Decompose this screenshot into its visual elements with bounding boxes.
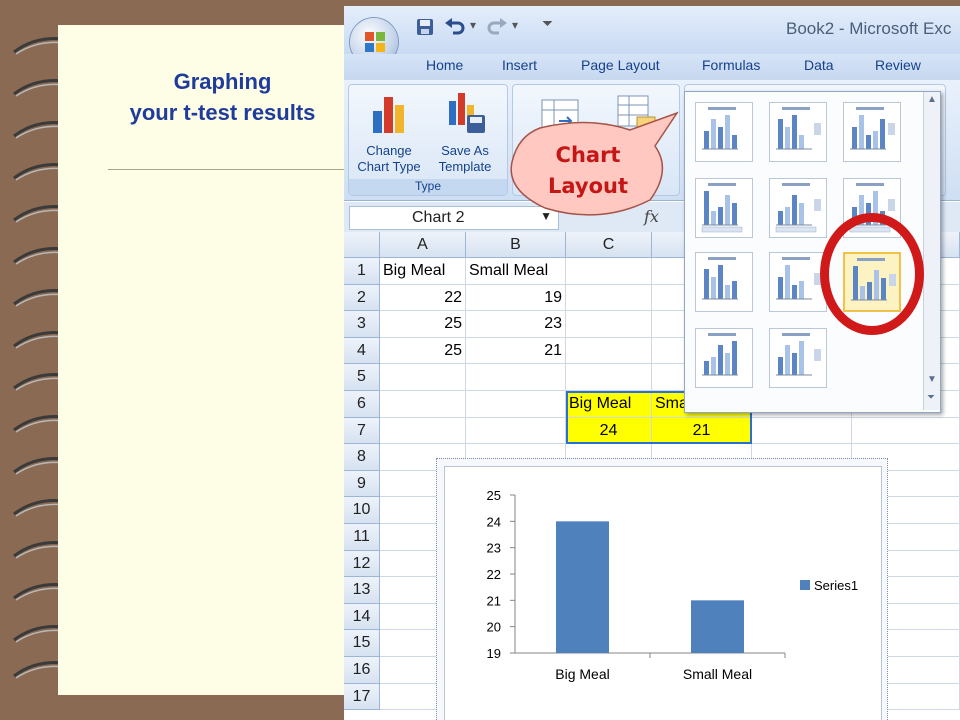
callout-line1: Chart: [555, 143, 621, 167]
callout-shape: [510, 111, 679, 216]
chart-layout-callout: Chart Layout: [523, 140, 653, 202]
highlight-circle: [820, 213, 924, 335]
callout-line2: Layout: [547, 174, 628, 198]
